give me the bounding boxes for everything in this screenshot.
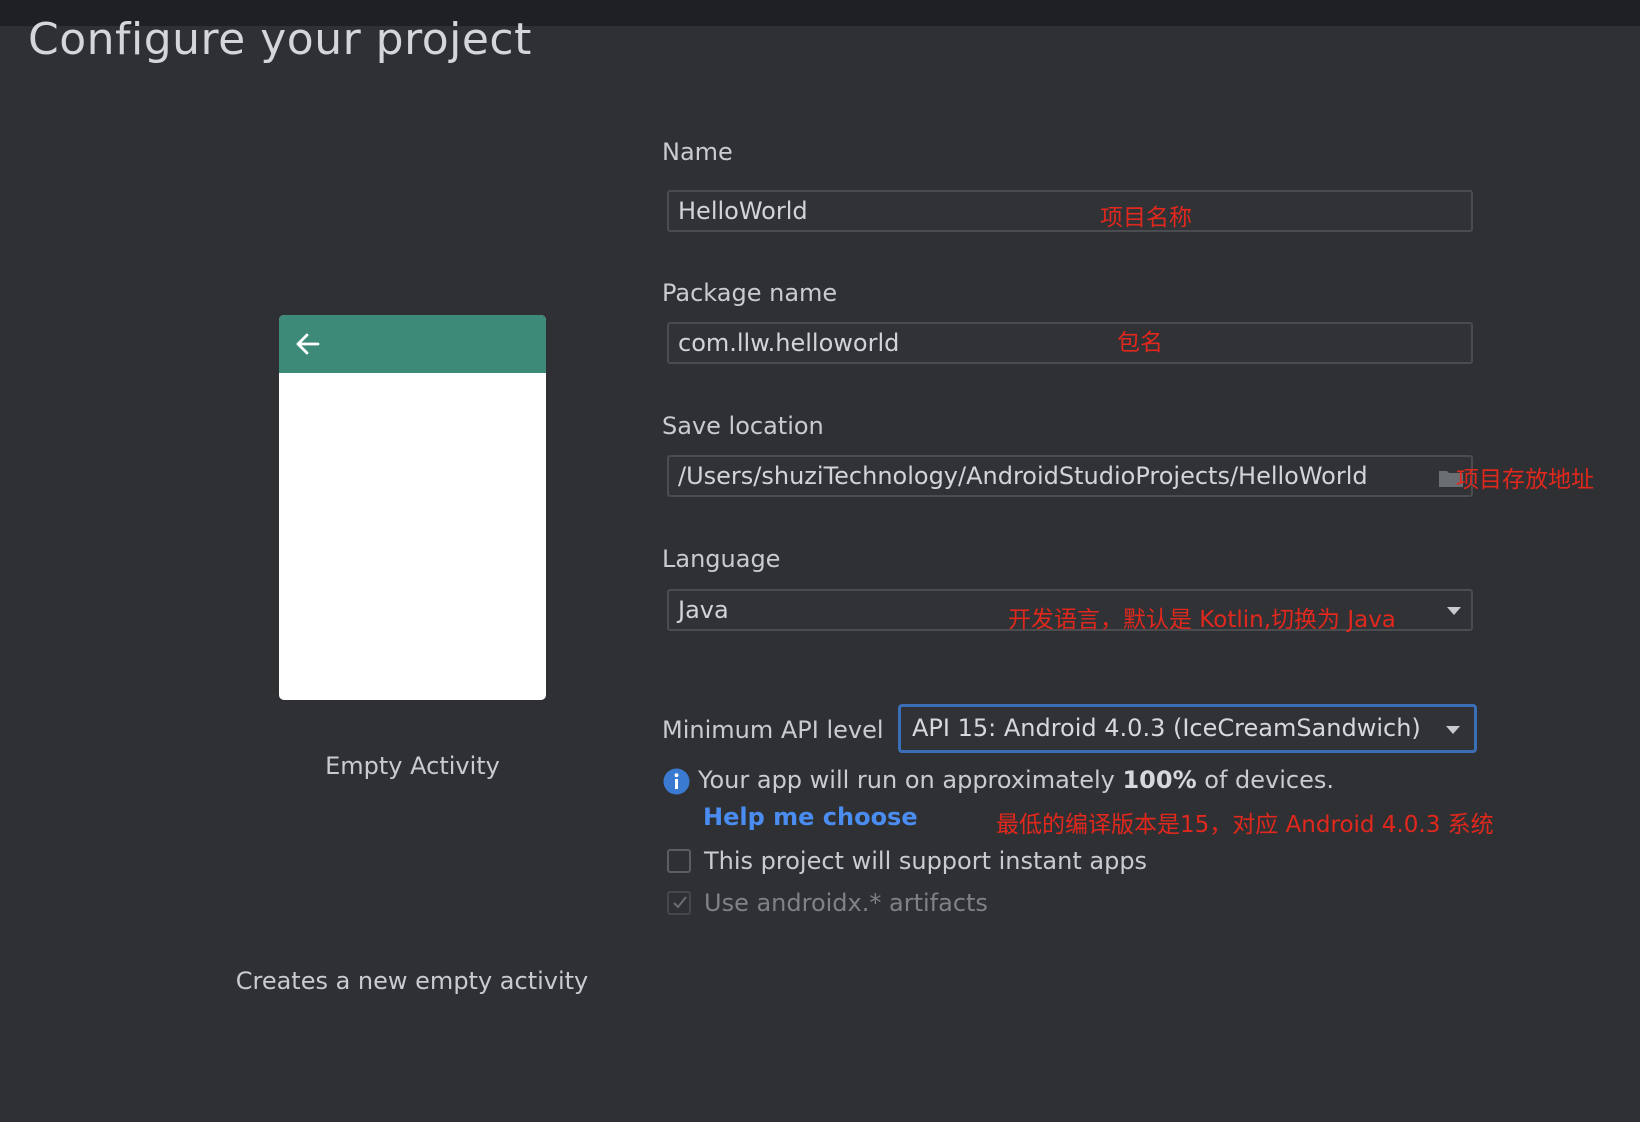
name-input[interactable] — [678, 192, 1471, 230]
package-input[interactable] — [678, 324, 1471, 362]
preview-app-bar — [279, 315, 546, 373]
coverage-suffix: of devices. — [1196, 766, 1334, 794]
template-preview — [279, 315, 546, 700]
androidx-label[interactable]: Use androidx.* artifacts — [704, 889, 988, 917]
coverage-prefix: Your app will run on approximately — [698, 766, 1123, 794]
template-name: Empty Activity — [325, 752, 500, 780]
language-annotation: 开发语言，默认是 Kotlin,切换为 Java — [1008, 607, 1396, 633]
name-field[interactable] — [667, 190, 1473, 232]
instant-apps-checkbox[interactable] — [667, 849, 691, 873]
package-annotation: 包名 — [1117, 330, 1163, 356]
save-location-annotation: 项目存放地址 — [1456, 467, 1594, 493]
language-value: Java — [678, 596, 729, 624]
package-field[interactable] — [667, 322, 1473, 364]
package-label: Package name — [662, 279, 838, 307]
template-description: Creates a new empty activity — [235, 967, 589, 995]
name-label: Name — [662, 138, 733, 166]
instant-apps-label[interactable]: This project will support instant apps — [704, 847, 1147, 875]
min-api-annotation: 最低的编译版本是15，对应 Android 4.0.3 系统 — [996, 812, 1494, 838]
help-me-choose-link[interactable]: Help me choose — [703, 803, 918, 831]
androidx-checkbox[interactable] — [667, 891, 691, 915]
back-arrow-icon — [296, 333, 320, 355]
save-location-label: Save location — [662, 412, 824, 440]
min-api-select[interactable]: API 15: Android 4.0.3 (IceCreamSandwich) — [898, 704, 1477, 753]
min-api-value: API 15: Android 4.0.3 (IceCreamSandwich) — [912, 714, 1421, 742]
min-api-label: Minimum API level — [662, 716, 884, 744]
info-icon — [663, 768, 690, 795]
language-label: Language — [662, 545, 781, 573]
chevron-down-icon[interactable] — [1446, 726, 1460, 734]
page-title: Configure your project — [28, 14, 532, 65]
chevron-down-icon[interactable] — [1447, 607, 1461, 615]
save-location-input[interactable] — [678, 457, 1471, 495]
coverage-percent: 100% — [1122, 766, 1197, 794]
checkmark-icon — [673, 896, 687, 909]
save-location-field[interactable] — [667, 455, 1473, 497]
device-coverage-text: Your app will run on approximately 100% … — [698, 766, 1334, 794]
name-annotation: 项目名称 — [1100, 205, 1192, 231]
